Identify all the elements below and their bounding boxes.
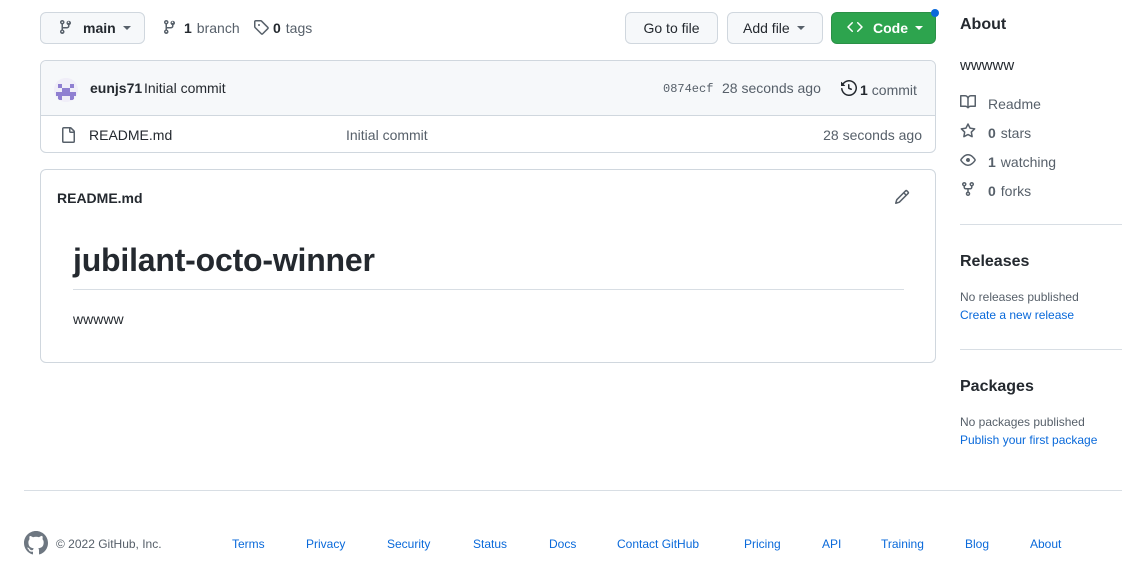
stars-label: stars (1000, 124, 1032, 141)
commit-message[interactable]: Initial commit (144, 80, 226, 96)
footer-link-docs[interactable]: Docs (549, 537, 576, 551)
footer-link-terms[interactable]: Terms (232, 537, 265, 551)
about-description: wwwww (960, 57, 1015, 74)
commit-count: 1 (860, 81, 868, 98)
footer-link-about[interactable]: About (1030, 537, 1061, 551)
commit-label: commit (871, 81, 917, 98)
branch-select-button[interactable]: main (40, 12, 145, 44)
readme-label: Readme (988, 95, 1041, 112)
about-title: About (960, 16, 1007, 33)
pencil-icon[interactable] (894, 189, 910, 208)
readme-body: wwwww (73, 311, 124, 327)
avatar[interactable] (54, 78, 78, 102)
commit-history-link[interactable]: 1 commit (841, 79, 917, 99)
add-file-button[interactable]: Add file (727, 12, 823, 44)
footer-link-pricing[interactable]: Pricing (744, 537, 781, 551)
git-branch-icon (162, 19, 178, 38)
latest-commit-row: eunjs71 Initial commit 0874ecf 28 second… (41, 61, 935, 116)
branch-name: main (83, 20, 116, 36)
packages-empty-text: No packages published (960, 415, 1085, 429)
divider (73, 289, 904, 290)
stars-link[interactable]: 0 stars (960, 123, 1031, 142)
releases-empty-text: No releases published (960, 290, 1079, 304)
footer-link-status[interactable]: Status (473, 537, 507, 551)
file-name[interactable]: README.md (89, 127, 172, 143)
forks-link[interactable]: 0 forks (960, 181, 1031, 200)
copyright-text: © 2022 GitHub, Inc. (56, 537, 162, 551)
notification-dot (931, 9, 939, 17)
create-release-link[interactable]: Create a new release (960, 308, 1074, 322)
releases-title[interactable]: Releases (960, 253, 1029, 271)
eye-icon (960, 152, 988, 171)
fork-icon (960, 181, 988, 200)
packages-title[interactable]: Packages (960, 378, 1034, 396)
add-file-label: Add file (743, 20, 790, 36)
commit-sha[interactable]: 0874ecf (663, 82, 713, 96)
file-icon (60, 127, 76, 146)
github-logo-icon[interactable] (23, 531, 48, 558)
repo-toolbar: main 1 branch 0 tags Go to file Add file… (40, 9, 939, 44)
branches-link[interactable]: 1 branch (162, 12, 240, 44)
tags-link[interactable]: 0 tags (253, 12, 312, 44)
forks-label: forks (1000, 182, 1032, 199)
history-icon (841, 79, 858, 99)
watching-count: 1 (988, 153, 996, 170)
footer-link-training[interactable]: Training (881, 537, 924, 551)
file-commit-message[interactable]: Initial commit (346, 127, 428, 143)
watchers-link[interactable]: 1 watching (960, 152, 1056, 171)
divider (960, 224, 1122, 225)
footer-link-contact[interactable]: Contact GitHub (617, 537, 699, 551)
readme-heading: jubilant-octo-winner (73, 242, 375, 278)
publish-package-link[interactable]: Publish your first package (960, 433, 1097, 447)
caret-down-icon (122, 26, 131, 30)
watching-label: watching (1000, 153, 1057, 170)
go-to-file-button[interactable]: Go to file (625, 12, 718, 44)
branch-label: branch (196, 20, 240, 36)
footer-link-security[interactable]: Security (387, 537, 430, 551)
footer-link-privacy[interactable]: Privacy (306, 537, 345, 551)
file-browser: eunjs71 Initial commit 0874ecf 28 second… (40, 60, 936, 153)
book-icon (960, 94, 988, 113)
tag-count: 0 (273, 20, 281, 36)
tag-label: tags (285, 20, 313, 36)
code-label: Code (873, 20, 908, 36)
branch-count: 1 (184, 20, 192, 36)
divider (960, 349, 1122, 350)
table-row: README.md Initial commit 28 seconds ago (41, 116, 935, 152)
footer-link-api[interactable]: API (822, 537, 841, 551)
readme-panel: README.md jubilant-octo-winner wwwww (40, 169, 936, 363)
forks-count: 0 (988, 182, 996, 199)
stars-count: 0 (988, 124, 996, 141)
code-button[interactable]: Code (831, 12, 936, 44)
caret-down-icon (796, 26, 805, 30)
readme-link[interactable]: Readme (960, 94, 1041, 113)
commit-author[interactable]: eunjs71 (90, 80, 142, 96)
code-icon (847, 19, 863, 38)
footer-link-blog[interactable]: Blog (965, 537, 989, 551)
git-branch-icon (58, 19, 74, 38)
star-icon (960, 123, 988, 142)
readme-filename[interactable]: README.md (57, 190, 143, 206)
footer-divider (24, 490, 1122, 491)
tag-icon (253, 19, 269, 38)
file-commit-time: 28 seconds ago (823, 127, 922, 143)
caret-down-icon (915, 26, 923, 30)
commit-time[interactable]: 28 seconds ago (722, 80, 821, 96)
